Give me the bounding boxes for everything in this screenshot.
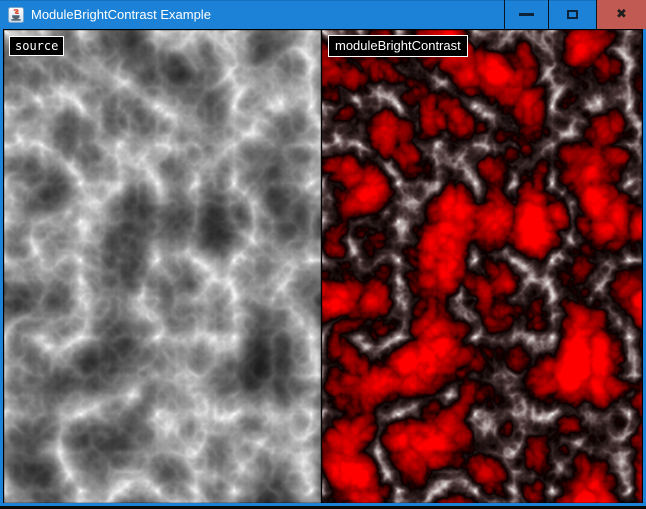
processed-image-label: moduleBrightContrast bbox=[328, 35, 468, 57]
processed-image bbox=[322, 30, 642, 503]
title-bar: ModuleBrightContrast Example ✖ bbox=[0, 0, 646, 29]
close-icon: ✖ bbox=[616, 8, 627, 21]
source-image bbox=[4, 30, 321, 503]
window-border-left bbox=[0, 29, 3, 503]
close-button[interactable]: ✖ bbox=[596, 0, 646, 29]
source-image-panel: source bbox=[4, 30, 321, 503]
maximize-button[interactable] bbox=[548, 0, 596, 29]
content-area: source bbox=[0, 29, 646, 503]
maximize-icon bbox=[567, 10, 578, 19]
minimize-icon bbox=[519, 13, 534, 16]
minimize-button[interactable] bbox=[504, 0, 548, 29]
processed-image-panel: moduleBrightContrast bbox=[322, 30, 642, 503]
window-title: ModuleBrightContrast Example bbox=[31, 0, 504, 29]
app-window: ModuleBrightContrast Example ✖ bbox=[0, 0, 646, 509]
java-coffee-icon[interactable] bbox=[8, 7, 24, 23]
source-image-label: source bbox=[9, 36, 64, 56]
